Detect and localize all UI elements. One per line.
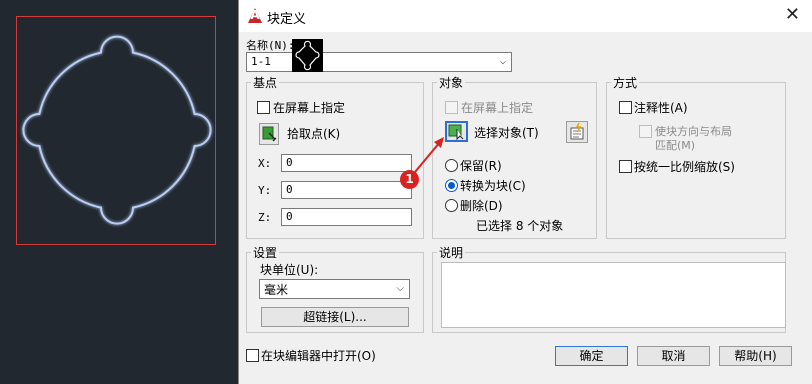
callout-badge: 1 <box>400 170 419 189</box>
annotation-arrow <box>409 137 444 179</box>
